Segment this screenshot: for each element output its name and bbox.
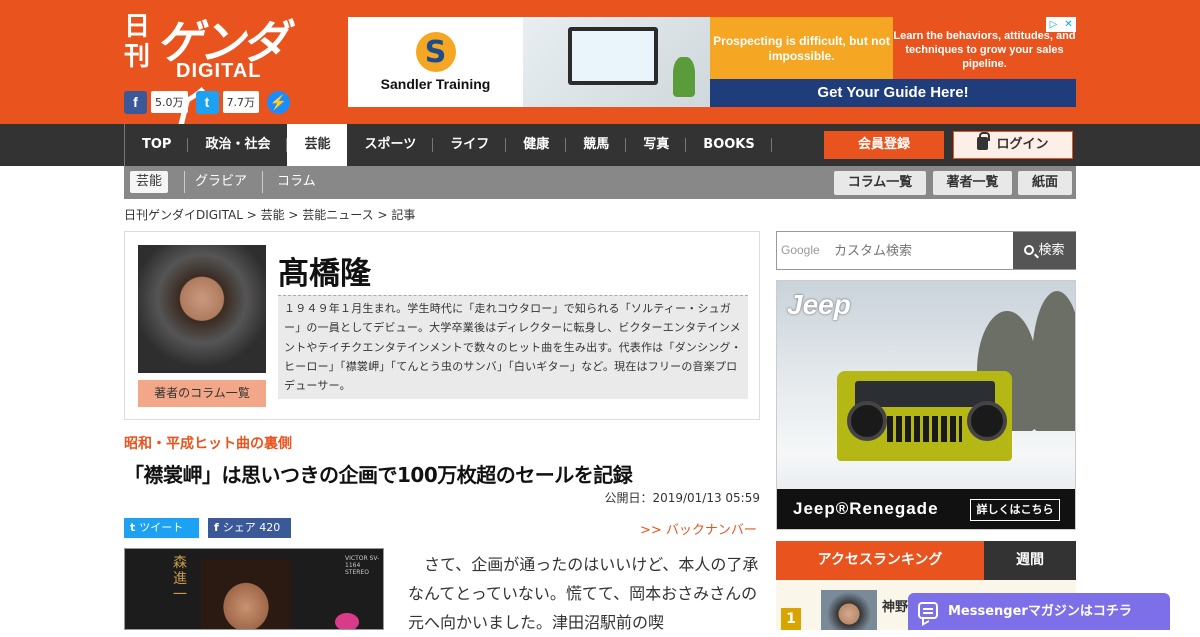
album-face (201, 559, 291, 629)
article-body-text: さて、企画が通ったのはいいけど、本人の了承なんてとっていない。慌てて、岡本おさみ… (408, 555, 759, 632)
social-links: f 5.0万 t 7.7万 ⚡ (124, 90, 290, 114)
messenger-icon[interactable]: ⚡ (267, 90, 290, 114)
sandler-logo-icon: S (415, 32, 456, 72)
author-photo (138, 245, 266, 373)
logo-sub: DIGITAL (176, 60, 262, 82)
site-logo[interactable]: 日刊 ゲンダイ DIGITAL (124, 10, 314, 135)
paper-button[interactable]: 紙面 (1018, 171, 1072, 195)
nav-item-photo[interactable]: 写真 (626, 124, 687, 166)
subnav-item-column[interactable]: コラム (262, 171, 316, 193)
backnumber-link[interactable]: >> バックナンバー (640, 519, 757, 538)
rank-thumbnail (821, 590, 877, 630)
author-columns-button[interactable]: 著者のコラム一覧 (138, 380, 266, 407)
article-title: 「襟裳岬」は思いつきの企画で100万枚超のセールを記録 (124, 463, 633, 487)
ranking-header: アクセスランキング 週間 (776, 541, 1076, 580)
album-label: VICTOR SV-1164 STEREO (345, 555, 380, 576)
ad-cta-button[interactable]: Get Your Guide Here! (710, 79, 1076, 107)
ad-mid-text: Prospecting is difficult, but not imposs… (710, 17, 893, 79)
register-button[interactable]: 会員登録 (824, 131, 944, 159)
ad-controls: ▷ ✕ (1046, 17, 1076, 32)
nav-item-politics[interactable]: 政治・社会 (188, 124, 288, 166)
publish-date: 公開日：2019/01/13 05:59 (604, 491, 760, 505)
messenger-magazine-button[interactable]: Messengerマガジンはコチラ (908, 593, 1170, 630)
tweet-button[interactable]: t ツイート (124, 518, 199, 538)
search-icon (1024, 245, 1035, 255)
author-bio: １９４９年１月生まれ。学生時代に「走れコウタロー」で知られる「ソルティー・シュガ… (278, 295, 748, 399)
column-list-button[interactable]: コラム一覧 (834, 171, 926, 195)
jeep-details-button[interactable]: 詳しくはこちら (970, 499, 1060, 521)
author-name: 髙橋隆 (278, 256, 371, 292)
twitter-icon: t (130, 521, 136, 534)
jeep-ad-bar: Jeep®Renegade 詳しくはこちら (777, 489, 1075, 529)
album-flower (335, 613, 359, 629)
album-text: 森進一 (173, 555, 187, 603)
subnav-item-entertainment[interactable]: 芸能 (130, 171, 169, 193)
nav-item-keiba[interactable]: 競馬 (566, 124, 627, 166)
messenger-label: Messengerマガジンはコチラ (948, 604, 1132, 619)
search-input[interactable] (778, 233, 1012, 268)
facebook-count: 5.0万 (151, 91, 188, 113)
twitter-icon[interactable]: t (195, 90, 219, 114)
facebook-icon[interactable]: f (124, 90, 147, 114)
jeep-ad[interactable]: Jeep Jeep®Renegade 詳しくはこちら (776, 280, 1076, 530)
wheel (967, 401, 1007, 441)
lock-icon (977, 132, 991, 150)
share-button[interactable]: f シェア 420 (208, 518, 291, 538)
share-label: シェア 420 (222, 521, 281, 534)
nav-item-health[interactable]: 健康 (506, 124, 567, 166)
jeep-model: Jeep®Renegade (793, 499, 939, 518)
breadcrumb[interactable]: 日刊ゲンダイDIGITAL > 芸能 > 芸能ニュース > 記事 (124, 206, 415, 223)
author-box: 著者のコラム一覧 髙橋隆 １９４９年１月生まれ。学生時代に「走れコウタロー」で知… (124, 231, 760, 420)
login-button[interactable]: ログイン (953, 131, 1073, 159)
nav-item-books[interactable]: BOOKS (686, 124, 773, 166)
series-title[interactable]: 昭和・平成ヒット曲の裏側 (124, 433, 292, 453)
nav-item-life[interactable]: ライフ (433, 124, 507, 166)
article-body: さて、企画が通ったのはいいけど、本人の了承なんてとっていない。慌てて、岡本おさみ… (408, 550, 760, 637)
close-icon[interactable]: ✕ (1061, 17, 1076, 32)
tree (1032, 291, 1075, 431)
nav-item-entertainment[interactable]: 芸能 (287, 124, 348, 166)
logo-nikkan: 日刊 (124, 12, 151, 72)
monitor-icon (568, 27, 658, 85)
article-image[interactable]: 森進一 VICTOR SV-1164 STEREO (124, 548, 384, 630)
top-ad-banner[interactable]: S Sandler Training Prospecting is diffic… (348, 17, 1076, 107)
plant-icon (673, 57, 695, 97)
chat-icon (918, 602, 938, 619)
wheel (847, 401, 887, 441)
ad-logo: S Sandler Training (348, 17, 523, 107)
search-button-label: 検索 (1038, 243, 1065, 258)
facebook-icon: f (214, 521, 219, 534)
ad-photo (523, 17, 710, 107)
sub-nav: 芸能 グラビア コラム コラム一覧 著者一覧 紙面 (124, 166, 1076, 199)
ranking-tab-weekly[interactable]: 週間 (984, 541, 1076, 580)
ad-brand: Sandler Training (380, 76, 491, 92)
login-label: ログイン (996, 137, 1049, 152)
search-box: Google 検索 (776, 231, 1076, 270)
nav-item-sports[interactable]: スポーツ (347, 124, 433, 166)
subnav-item-gravure[interactable]: グラビア (184, 171, 247, 193)
rank-number: 1 (781, 608, 801, 630)
nav-items: TOP 政治・社会 芸能 スポーツ ライフ 健康 競馬 写真 BOOKS (124, 124, 773, 166)
ranking-title: アクセスランキング (776, 541, 984, 580)
nav-item-top[interactable]: TOP (124, 124, 189, 166)
adchoices-icon[interactable]: ▷ (1046, 17, 1061, 32)
search-button[interactable]: 検索 (1013, 232, 1076, 269)
twitter-count: 7.7万 (222, 91, 259, 113)
author-list-button[interactable]: 著者一覧 (933, 171, 1012, 195)
tweet-label: ツイート (139, 521, 184, 534)
jeep-logo: Jeep (787, 289, 851, 320)
